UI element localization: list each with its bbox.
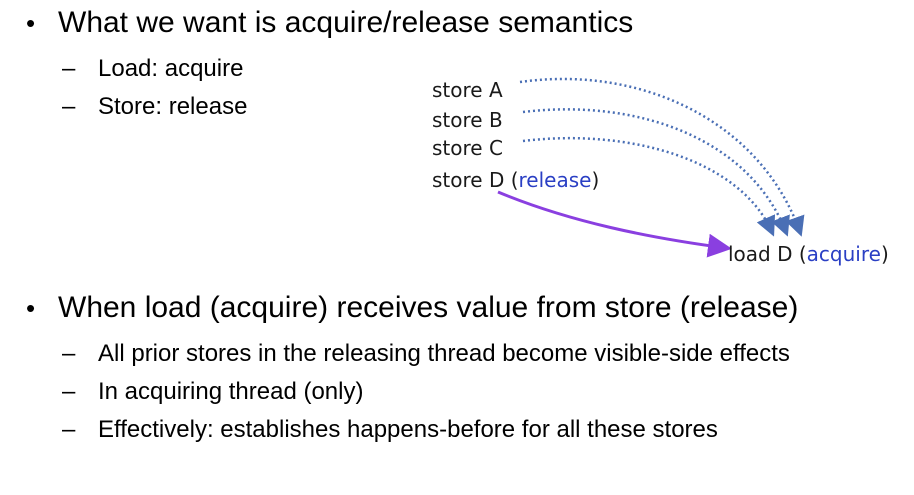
store-a-label: store A [432,78,503,102]
store-b-label: store B [432,108,503,132]
release-keyword: release [518,168,592,192]
sub-item-text: All prior stores in the releasing thread… [98,340,790,367]
acquire-keyword: acquire [806,242,881,266]
store-c-label: store C [432,136,503,160]
sub-item: – In acquiring thread (only) [62,378,363,406]
store-d-prefix: store D ( [432,168,519,192]
sub-item: – All prior stores in the releasing thre… [62,340,790,368]
store-d-label: store D (release) [432,168,599,192]
sub-item-text: Effectively: establishes happens-before … [98,416,718,443]
bullet-item-2: • When load (acquire) receives value fro… [26,291,798,325]
dotted-arrow-a [519,77,805,237]
sub-item: – Effectively: establishes happens-befor… [62,416,718,444]
dash-marker: – [62,340,76,367]
load-d-suffix: ) [880,242,889,266]
bullet-text: When load (acquire) receives value from … [58,291,799,324]
load-d-prefix: load D ( [728,242,807,266]
dash-marker: – [62,416,76,443]
dash-marker: – [62,378,76,405]
bullet-marker: • [26,293,36,323]
release-acquire-arrow [497,190,732,258]
load-d-label: load D (acquire) [728,242,889,266]
store-d-suffix: ) [591,168,600,192]
sub-item-text: In acquiring thread (only) [98,378,364,405]
